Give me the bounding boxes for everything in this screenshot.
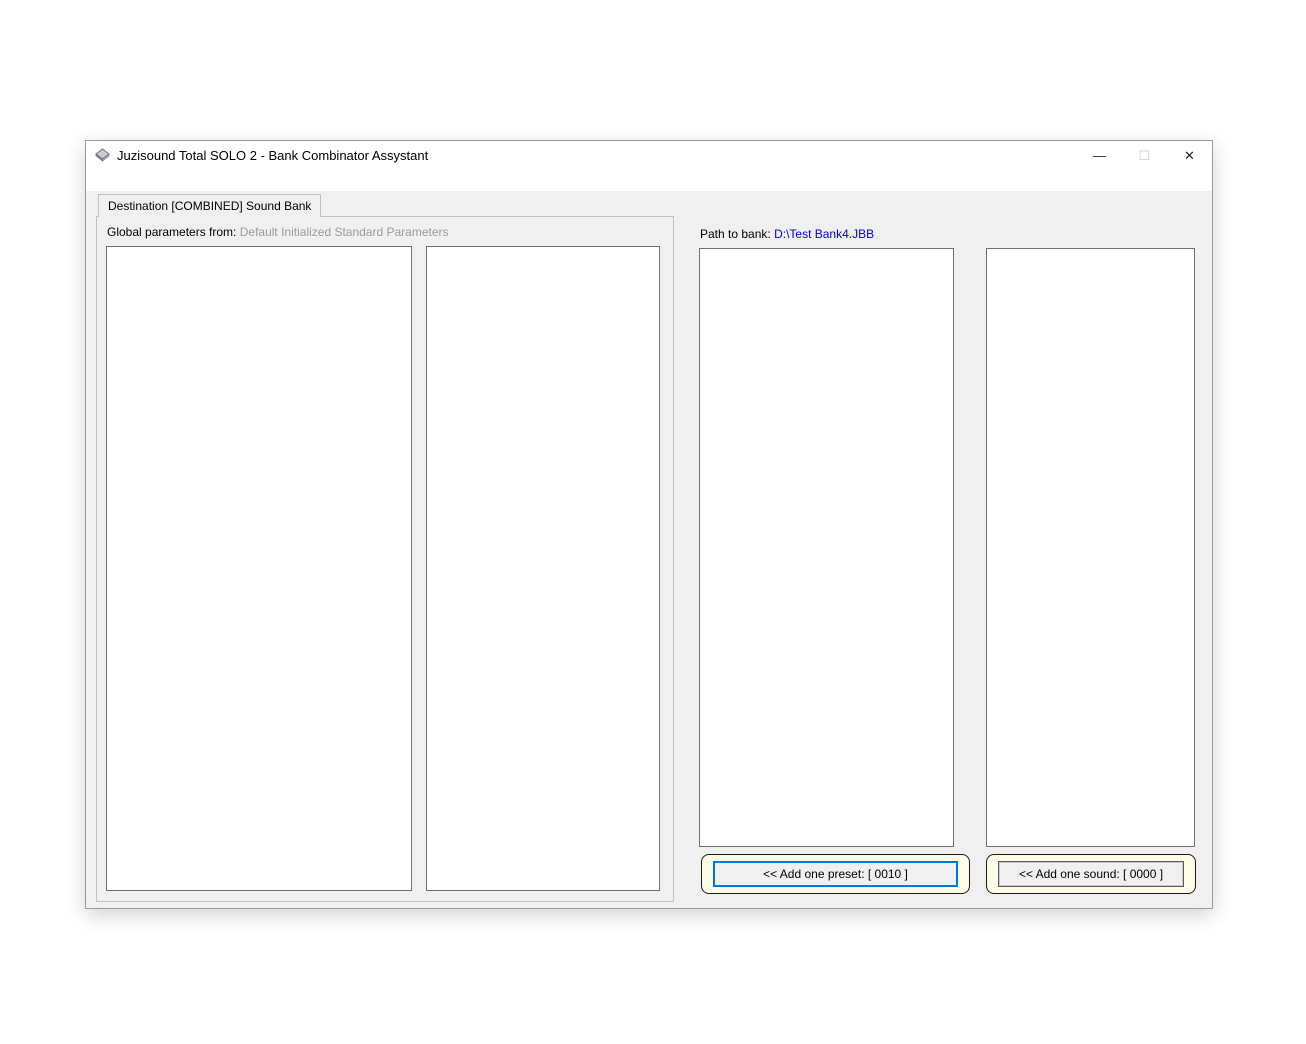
destination-preset-table xyxy=(106,246,412,891)
source-sound-table xyxy=(986,248,1195,847)
global-parameters-label: Global parameters from: xyxy=(107,225,236,239)
title-bar: Juzisound Total SOLO 2 - Bank Combinator… xyxy=(86,141,1212,170)
minimize-button[interactable]: — xyxy=(1077,141,1122,170)
app-window: Juzisound Total SOLO 2 - Bank Combinator… xyxy=(85,140,1213,909)
path-to-bank-line: Path to bank: D:\Test Bank4.JBB xyxy=(700,227,874,241)
tab-destination-sound-bank[interactable]: Destination [COMBINED] Sound Bank xyxy=(98,194,321,217)
add-one-preset-button[interactable]: << Add one preset: [ 0010 ] xyxy=(713,861,958,887)
path-value: D:\Test Bank4.JBB xyxy=(774,227,874,241)
maximize-button: ☐ xyxy=(1122,141,1167,170)
window-controls: — ☐ ✕ xyxy=(1077,141,1212,170)
window-title: Juzisound Total SOLO 2 - Bank Combinator… xyxy=(117,148,428,163)
add-preset-groupbox: << Add one preset: [ 0010 ] xyxy=(701,854,970,894)
close-button[interactable]: ✕ xyxy=(1167,141,1212,170)
add-sound-groupbox: << Add one sound: [ 0000 ] xyxy=(986,854,1196,894)
menu-bar xyxy=(86,170,1212,191)
global-parameters-line: Global parameters from: Default Initiali… xyxy=(107,225,449,239)
path-label: Path to bank: xyxy=(700,227,771,241)
add-one-sound-button[interactable]: << Add one sound: [ 0000 ] xyxy=(998,861,1184,887)
global-parameters-value: Default Initialized Standard Parameters xyxy=(240,225,449,239)
source-preset-table xyxy=(699,248,954,847)
destination-sound-table xyxy=(426,246,660,891)
app-icon xyxy=(95,148,110,163)
